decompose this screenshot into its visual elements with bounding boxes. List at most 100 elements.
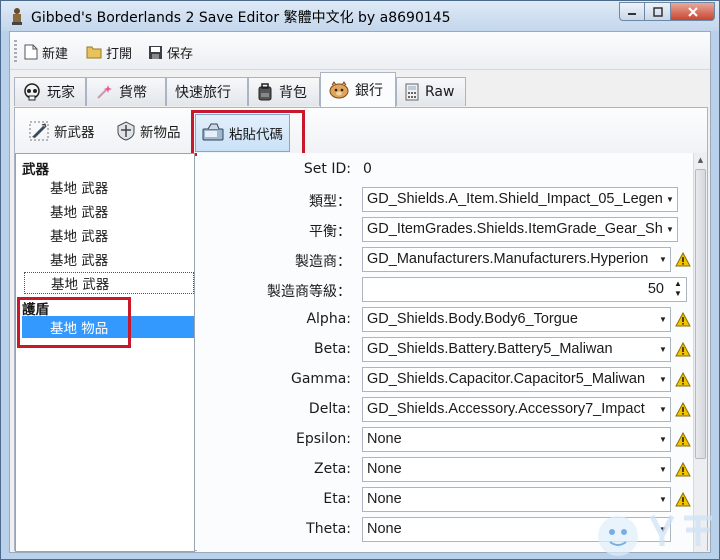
new-item-button[interactable]: 新物品 — [117, 120, 181, 142]
delta-select[interactable]: GD_Shields.Accessory.Accessory7_Impact ▼ — [362, 397, 671, 422]
close-button[interactable] — [671, 2, 715, 21]
tab-raw[interactable]: Raw — [396, 77, 466, 106]
set-id-label: Set ID: — [303, 161, 351, 177]
tree-item-weapon[interactable]: 基地 武器 — [24, 200, 194, 222]
new-button[interactable]: 新建 — [24, 41, 68, 63]
type-value: GD_Shields.A_Item.Shield_Impact_05_Legen… — [367, 191, 678, 207]
balance-select[interactable]: GD_ItemGrades.Shields.ItemGrade_Gear_Shi… — [362, 217, 678, 242]
theta-value: None — [367, 521, 402, 537]
tab-fast-travel[interactable]: 快速旅行 — [166, 77, 248, 106]
manufacturer-grade-stepper[interactable]: 50 ▲ ▼ — [362, 277, 687, 302]
manufacturer-grade-value: 50 — [647, 281, 664, 297]
bank-item-tree[interactable]: 武器 基地 武器 基地 武器 基地 武器 基地 武器 基地 武器 護盾 基地 物… — [15, 153, 195, 552]
delta-value: GD_Shields.Accessory.Accessory7_Impact — [367, 401, 645, 417]
new-item-icon — [117, 121, 135, 141]
row-theta: Theta: None ▼ — [197, 515, 687, 543]
new-button-label: 新建 — [42, 46, 69, 62]
tree-group-shields[interactable]: 護盾 — [22, 298, 49, 318]
warning-icon — [675, 342, 691, 357]
tab-backpack[interactable]: 背包 — [248, 77, 320, 106]
alpha-select[interactable]: GD_Shields.Body.Body6_Torgue ▼ — [362, 307, 671, 332]
chevron-down-icon[interactable]: ▼ — [656, 308, 670, 331]
minimize-button[interactable] — [619, 2, 645, 21]
row-set-id: Set ID: 0 — [197, 155, 687, 183]
tree-item-weapon[interactable]: 基地 武器 — [24, 224, 194, 246]
zeta-value: None — [367, 461, 402, 477]
tree-item-weapon[interactable]: 基地 武器 — [24, 272, 194, 294]
app-icon — [12, 8, 22, 25]
chevron-down-icon[interactable]: ▼ — [656, 518, 670, 541]
bank-panel: 新武器 新物品 粘貼代碼 武器 基地 武器 基地 武器 基地 武器 基地 武器 … — [14, 107, 708, 552]
chevron-down-icon[interactable]: ▼ — [656, 488, 670, 511]
balance-value: GD_ItemGrades.Shields.ItemGrade_Gear_Shi… — [367, 221, 678, 237]
tree-group-weapons[interactable]: 武器 — [22, 158, 49, 178]
gamma-label: Gamma: — [291, 371, 351, 387]
scroll-up-icon[interactable]: ▲ — [694, 153, 707, 167]
warning-icon — [675, 402, 691, 417]
row-manufacturer-grade: 製造商等級： 50 ▲ ▼ — [197, 275, 687, 303]
alpha-value: GD_Shields.Body.Body6_Torgue — [367, 311, 578, 327]
client-area: 新建 打開 保存 玩家 貨幣 快速旅行 背包 銀行 Raw 新武器 新物品 粘貼… — [9, 31, 711, 553]
scroll-thumb[interactable] — [695, 169, 706, 459]
type-label: 類型： — [309, 194, 351, 210]
zeta-label: Zeta: — [314, 461, 351, 477]
item-properties: Set ID: 0 類型： GD_Shields.A_Item.Shield_I… — [197, 153, 705, 552]
gamma-value: GD_Shields.Capacitor.Capacitor5_Maliwan — [367, 371, 646, 387]
row-manufacturer: 製造商： GD_Manufacturers.Manufacturers.Hype… — [197, 245, 691, 273]
gamma-select[interactable]: GD_Shields.Capacitor.Capacitor5_Maliwan ▼ — [362, 367, 671, 392]
new-weapon-button[interactable]: 新武器 — [29, 120, 95, 142]
skull-icon — [24, 83, 40, 101]
chevron-down-icon[interactable]: ▼ — [656, 338, 670, 361]
chevron-down-icon[interactable]: ▼ — [656, 248, 670, 271]
theta-select[interactable]: None ▼ — [362, 517, 671, 542]
tab-fast-travel-label: 快速旅行 — [175, 85, 231, 101]
warning-icon — [675, 462, 691, 477]
title-bar[interactable]: Gibbed's Borderlands 2 Save Editor 繁體中文化… — [1, 1, 719, 31]
manufacturer-select[interactable]: GD_Manufacturers.Manufacturers.Hyperion ▼ — [362, 247, 671, 272]
eta-select[interactable]: None ▼ — [362, 487, 671, 512]
window-title: Gibbed's Borderlands 2 Save Editor 繁體中文化… — [31, 10, 451, 26]
theta-label: Theta: — [306, 521, 351, 537]
row-type: 類型： GD_Shields.A_Item.Shield_Impact_05_L… — [197, 185, 687, 213]
save-button[interactable]: 保存 — [148, 41, 193, 63]
open-folder-icon — [86, 46, 102, 59]
chevron-down-icon[interactable]: ▼ — [656, 368, 670, 391]
bank-icon — [329, 81, 349, 99]
chevron-down-icon[interactable]: ▼ — [656, 398, 670, 421]
paste-code-button[interactable]: 粘貼代碼 — [195, 114, 290, 152]
save-disk-icon — [149, 45, 162, 59]
type-select[interactable]: GD_Shields.A_Item.Shield_Impact_05_Legen… — [362, 187, 678, 212]
toolbar-grip[interactable] — [14, 40, 17, 62]
paste-code-icon — [202, 123, 224, 141]
warning-icon — [675, 432, 691, 447]
properties-scrollbar[interactable]: ▲ — [693, 153, 707, 552]
epsilon-select[interactable]: None ▼ — [362, 427, 671, 452]
calculator-icon — [405, 83, 419, 101]
close-icon — [687, 6, 698, 17]
paste-code-label: 粘貼代碼 — [229, 127, 283, 143]
eta-label: Eta: — [323, 491, 351, 507]
beta-select[interactable]: GD_Shields.Battery.Battery5_Maliwan ▼ — [362, 337, 671, 362]
chevron-down-icon[interactable]: ▼ — [663, 218, 677, 241]
maximize-button[interactable] — [645, 2, 671, 21]
chevron-down-icon[interactable]: ▼ — [656, 428, 670, 451]
tree-item-weapon[interactable]: 基地 武器 — [24, 176, 194, 198]
row-gamma: Gamma: GD_Shields.Capacitor.Capacitor5_M… — [197, 365, 691, 393]
tab-bank-label: 銀行 — [355, 83, 383, 99]
tab-player[interactable]: 玩家 — [14, 77, 86, 106]
backpack-icon — [258, 83, 272, 101]
tab-player-label: 玩家 — [47, 85, 75, 101]
tree-item-weapon[interactable]: 基地 武器 — [24, 248, 194, 270]
spin-arrows-icon[interactable]: ▲ ▼ — [672, 279, 684, 299]
tab-raw-label: Raw — [425, 84, 455, 100]
tab-bank[interactable]: 銀行 — [320, 72, 396, 107]
zeta-select[interactable]: None ▼ — [362, 457, 671, 482]
chevron-down-icon[interactable]: ▼ — [663, 188, 677, 211]
tree-item-shield[interactable]: 基地 物品 — [22, 316, 194, 338]
new-weapon-label: 新武器 — [54, 125, 95, 141]
row-epsilon: Epsilon: None ▼ — [197, 425, 691, 453]
open-button[interactable]: 打開 — [86, 41, 132, 63]
tab-currency[interactable]: 貨幣 — [86, 77, 166, 106]
new-file-icon — [24, 44, 38, 60]
chevron-down-icon[interactable]: ▼ — [656, 458, 670, 481]
